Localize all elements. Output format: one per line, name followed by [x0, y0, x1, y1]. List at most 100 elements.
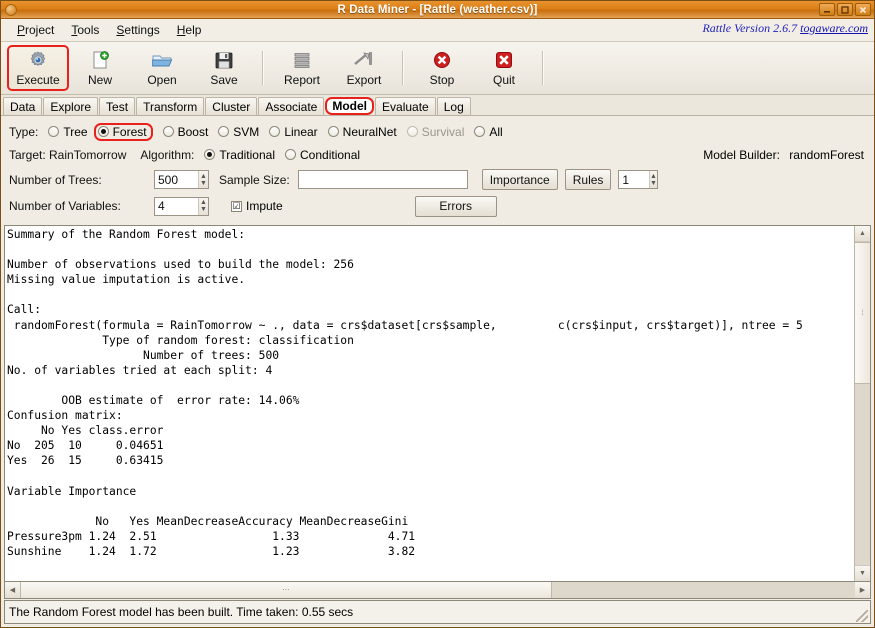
output-vertical-scrollbar[interactable]: ▲ ⁞ ▼: [854, 226, 870, 581]
tab-evaluate[interactable]: Evaluate: [375, 97, 436, 115]
radio-all-label: All: [489, 124, 503, 139]
radio-conditional[interactable]: Conditional: [285, 148, 360, 162]
impute-checkbox[interactable]: ☑ Impute: [231, 199, 283, 213]
toolbar-separator-1: [262, 51, 264, 85]
output-horizontal-scrollbar[interactable]: ◀ ⋯ ▶: [4, 582, 871, 599]
radio-forest[interactable]: Forest: [93, 122, 153, 141]
sample-size-input[interactable]: [298, 171, 467, 188]
horizontal-scroll-thumb[interactable]: ⋯: [20, 582, 552, 598]
menu-help[interactable]: Help: [169, 21, 211, 39]
importance-button[interactable]: Importance: [481, 169, 558, 190]
radio-boost[interactable]: Boost: [162, 124, 209, 139]
radio-neuralnet[interactable]: NeuralNet: [327, 124, 397, 139]
radio-boost-label: Boost: [177, 124, 209, 139]
toolbar-quit-button[interactable]: Quit: [473, 45, 535, 91]
spin-down-icon[interactable]: ▼: [650, 180, 657, 187]
quit-x-icon: [494, 49, 514, 71]
menu-project[interactable]: Project: [9, 21, 63, 39]
radio-forest-label: Forest: [112, 124, 147, 139]
sample-size-field[interactable]: [297, 170, 468, 189]
horizontal-scroll-track[interactable]: [552, 582, 855, 598]
tab-explore[interactable]: Explore: [43, 97, 99, 115]
toolbar-export-button[interactable]: Export: [333, 45, 395, 91]
radio-linear-dot: [269, 126, 281, 137]
toolbar-save-button[interactable]: Save: [193, 45, 255, 91]
menu-project-label: roject: [25, 23, 55, 37]
toolbar-stop-button[interactable]: Stop: [411, 45, 473, 91]
radio-all-dot: [474, 126, 486, 137]
errors-button[interactable]: Errors: [414, 195, 497, 217]
toolbar-save-label: Save: [210, 73, 238, 87]
spin-down-icon[interactable]: ▼: [200, 206, 207, 213]
num-trees-arrows[interactable]: ▲ ▼: [197, 171, 208, 188]
radio-neuralnet-dot: [327, 126, 339, 137]
radio-survival-dot: [406, 126, 418, 137]
close-icon[interactable]: [855, 3, 871, 16]
rules-arrows[interactable]: ▲ ▼: [648, 171, 658, 188]
open-folder-icon: [151, 49, 173, 71]
resize-grip[interactable]: [856, 610, 868, 622]
version-label: Rattle Version 2.6.7: [702, 21, 801, 35]
radio-tree[interactable]: Tree: [48, 125, 88, 139]
model-builder-label: Model Builder:: [703, 147, 780, 162]
impute-label: Impute: [246, 199, 283, 213]
toolbar-new-button[interactable]: New: [69, 45, 131, 91]
scroll-left-icon[interactable]: ◀: [5, 582, 20, 598]
maximize-icon[interactable]: [837, 3, 853, 16]
spin-up-icon[interactable]: ▲: [200, 199, 207, 206]
menu-settings[interactable]: Settings: [108, 21, 168, 39]
num-variables-arrows[interactable]: ▲ ▼: [197, 197, 208, 215]
toolbar-execute-button[interactable]: Execute: [7, 45, 69, 91]
minimize-icon[interactable]: [819, 3, 835, 16]
num-trees-input[interactable]: [155, 171, 198, 188]
togaware-link[interactable]: togaware.com: [800, 21, 868, 35]
tab-associate[interactable]: Associate: [258, 97, 325, 115]
toolbar-quit-label: Quit: [492, 73, 515, 87]
version-text: Rattle Version 2.6.7 togaware.com: [702, 21, 868, 36]
spin-up-icon[interactable]: ▲: [650, 173, 657, 180]
scroll-up-icon[interactable]: ▲: [855, 226, 870, 242]
rules-button[interactable]: Rules: [564, 169, 612, 190]
num-trees-stepper[interactable]: ▲▼: [154, 170, 209, 189]
toolbar-open-button[interactable]: Open: [131, 45, 193, 91]
tab-test[interactable]: Test: [99, 97, 136, 115]
vertical-scroll-thumb[interactable]: ⁞: [855, 242, 870, 384]
spin-up-icon[interactable]: ▲: [200, 173, 207, 180]
model-builder-group: Model Builder: randomForest: [703, 148, 864, 162]
tab-log[interactable]: Log: [436, 97, 471, 115]
tab-cluster[interactable]: Cluster: [205, 97, 258, 115]
rules-input[interactable]: [619, 171, 649, 188]
status-text: The Random Forest model has been built. …: [9, 605, 354, 619]
radio-neuralnet-label: NeuralNet: [342, 124, 397, 139]
scroll-down-icon[interactable]: ▼: [855, 565, 870, 581]
export-icon: [353, 49, 375, 71]
toolbar-report-button[interactable]: Report: [271, 45, 333, 91]
num-variables-input[interactable]: [155, 197, 198, 215]
menu-tools[interactable]: Tools: [63, 21, 108, 39]
tab-data[interactable]: Data: [3, 97, 43, 115]
type-row: Type: Tree Forest Boost SVM Linear Neura…: [9, 120, 866, 143]
num-trees-label: Number of Trees:: [9, 172, 102, 187]
toolbar-export-label: Export: [346, 73, 382, 87]
radio-svm[interactable]: SVM: [218, 125, 259, 139]
target-label: Target: RainTomorrow: [9, 147, 127, 162]
radio-tree-dot: [48, 126, 60, 137]
floppy-disk-icon: [214, 49, 234, 71]
vertical-scroll-track[interactable]: [855, 384, 870, 565]
toolbar-separator-3: [542, 51, 544, 85]
tab-model[interactable]: Model: [325, 97, 375, 115]
radio-boost-dot: [162, 126, 174, 137]
gear-icon: [28, 49, 48, 71]
radio-traditional[interactable]: Traditional: [204, 148, 275, 162]
toolbar-separator-2: [402, 51, 404, 85]
radio-all[interactable]: All: [474, 124, 503, 139]
radio-svm-dot: [218, 126, 230, 137]
tab-transform[interactable]: Transform: [136, 97, 205, 115]
spin-down-icon[interactable]: ▼: [200, 180, 207, 187]
sample-size-label: Sample Size:: [219, 172, 290, 187]
rules-stepper[interactable]: ▲▼: [618, 170, 659, 189]
radio-linear[interactable]: Linear: [269, 125, 318, 139]
radio-conditional-dot: [285, 149, 296, 160]
num-variables-stepper[interactable]: ▲▼: [154, 196, 209, 216]
scroll-right-icon[interactable]: ▶: [855, 582, 870, 598]
